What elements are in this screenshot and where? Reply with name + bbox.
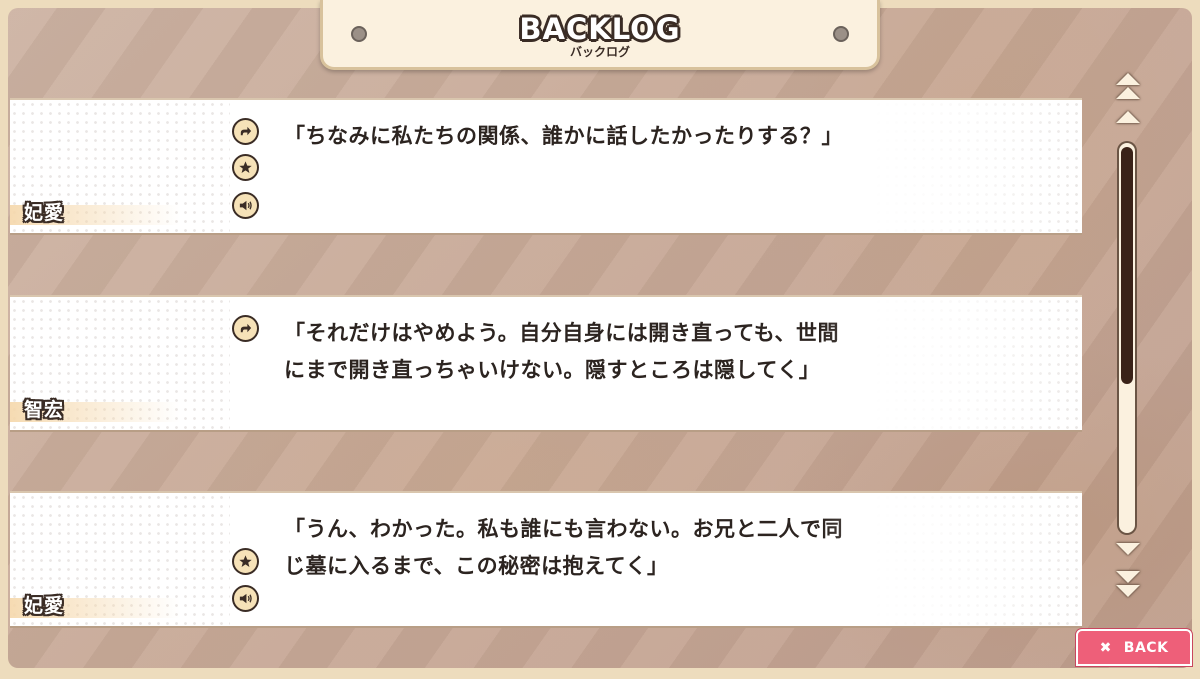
- back-button-label: BACK: [1123, 639, 1169, 656]
- title-plate: BACKLOG バックログ: [320, 0, 880, 70]
- back-button[interactable]: ✖ BACK: [1076, 629, 1192, 666]
- speaker-name: 妃愛: [24, 595, 65, 617]
- jump-icon[interactable]: [232, 315, 259, 342]
- dialogue-text: 「うん、わかった。私も誰にも言わない。お兄と二人で同 じ墓に入るまで、この秘密は…: [284, 517, 843, 578]
- star-icon[interactable]: [232, 548, 259, 575]
- scrollbar-thumb[interactable]: [1121, 147, 1133, 384]
- page-subtitle: バックログ: [569, 45, 630, 59]
- voice-icon[interactable]: [232, 192, 259, 219]
- double-chevron-down-icon: [1116, 571, 1140, 583]
- star-icon[interactable]: [232, 154, 259, 181]
- speaker-name: 智宏: [24, 399, 65, 421]
- log-entry[interactable]: 妃愛 「うん、わかった。私も誰にも言わない。お兄と二人で同 じ墓に入るまで、この…: [10, 491, 1082, 628]
- log-entry[interactable]: 妃愛 「ちなみに私たちの関係、誰かに話したかったりする？」: [10, 98, 1082, 235]
- page-title: BACKLOG: [519, 12, 681, 46]
- close-icon: ✖: [1099, 639, 1112, 656]
- scroll-up-button[interactable]: [1115, 111, 1141, 123]
- scrollbar-track[interactable]: [1119, 143, 1135, 533]
- jump-icon[interactable]: [232, 118, 259, 145]
- dialogue-text: 「ちなみに私たちの関係、誰かに話したかったりする？」: [284, 124, 843, 148]
- scroll-to-bottom-button[interactable]: [1115, 571, 1141, 597]
- speaker-name: 妃愛: [24, 202, 65, 224]
- scroll-to-top-button[interactable]: [1115, 73, 1141, 99]
- chevron-up-icon: [1116, 111, 1140, 123]
- dialogue-text: 「それだけはやめよう。自分自身には開き直っても、世間 にまで開き直っちゃいけない…: [284, 321, 840, 382]
- chevron-down-icon: [1116, 543, 1140, 555]
- double-chevron-up-icon: [1116, 73, 1140, 85]
- scroll-down-button[interactable]: [1115, 543, 1141, 555]
- log-entry[interactable]: 智宏 「それだけはやめよう。自分自身には開き直っても、世間 にまで開き直っちゃい…: [10, 295, 1082, 432]
- voice-icon[interactable]: [232, 585, 259, 612]
